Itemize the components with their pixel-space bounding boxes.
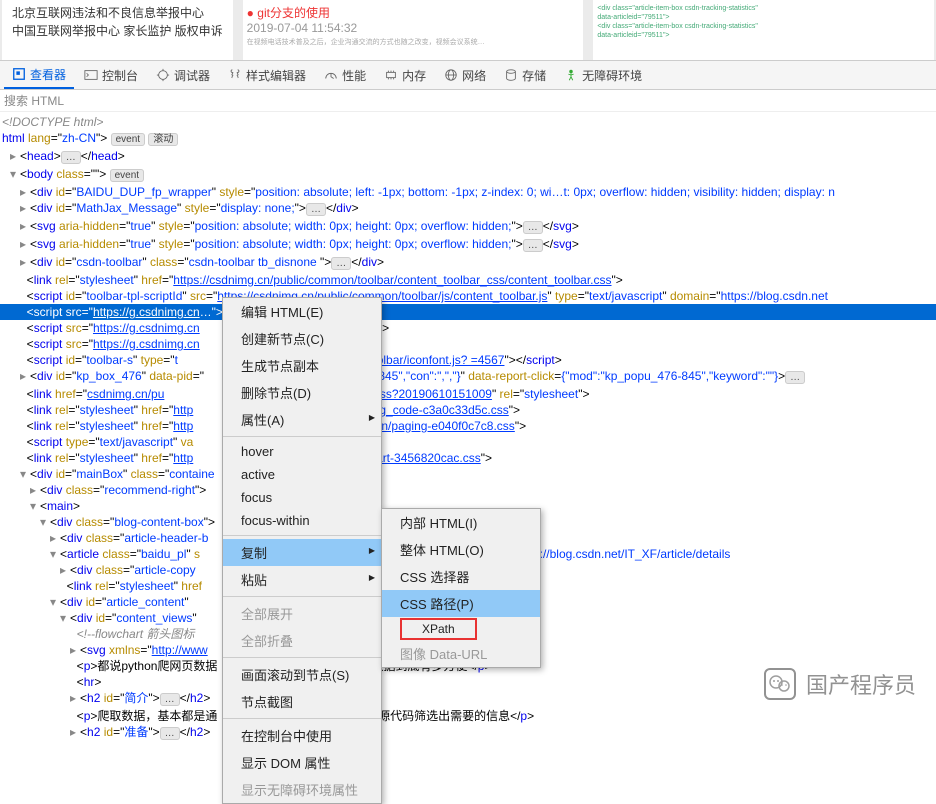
dom-node[interactable]: <link href="csdnimg.cn/pu .1/indexSuperi… [0,386,936,402]
submenu-image-data-url[interactable]: 图像 Data-URL [382,640,540,667]
html-node[interactable]: html lang="zh-CN"> event 滚动 [0,130,936,148]
dom-node[interactable]: ▸<div class="recommend-right"> [0,482,936,498]
menu-focus-within[interactable]: focus-within [223,509,381,532]
debugger-icon [156,68,170,82]
menu-show-dom-props[interactable]: 显示 DOM 属性 [223,749,381,776]
dom-node[interactable]: <link rel="stylesheet" href="http x/vend… [0,418,936,434]
menu-show-a11y-props[interactable]: 显示无障碍环境属性 [223,776,381,803]
a11y-icon [564,68,578,82]
dom-node[interactable]: ▸<div id="BAIDU_DUP_fp_wrapper" style="p… [0,184,936,200]
dom-node[interactable]: ▸<div id="kp_box_476" data-pid=" :"kp_po… [0,368,936,386]
menu-scroll-to-node[interactable]: 画面滚动到节点(S) [223,661,381,688]
html-search-input[interactable]: 搜索 HTML [0,90,936,112]
style-icon [228,68,242,82]
tab-accessibility[interactable]: 无障碍环境 [556,63,650,88]
network-icon [444,68,458,82]
dom-node[interactable]: <script id="toolbar-tpl-scriptId" src="h… [0,288,936,304]
dom-node[interactable]: ▾<div id="mainBox" class="containe [0,466,936,482]
expand-arrow-icon[interactable]: ▸ [10,148,20,164]
tab-network[interactable]: 网络 [436,63,494,88]
body-node[interactable]: ▾<body class=""> event [0,166,936,184]
tab-performance[interactable]: 性能 [316,63,374,88]
menu-duplicate-node[interactable]: 生成节点副本 [223,352,381,379]
menu-edit-html[interactable]: 编辑 HTML(E) [223,298,381,325]
menu-use-in-console[interactable]: 在控制台中使用 [223,722,381,749]
dom-node[interactable]: <link rel="stylesheet" href="http x/temp… [0,450,936,466]
xpath-highlight-box: XPath [400,618,477,640]
console-icon [84,68,98,82]
menu-screenshot-node[interactable]: 节点截图 [223,688,381,715]
dom-node[interactable]: ▸<svg aria-hidden="true" style="position… [0,218,936,236]
menu-separator [223,535,381,536]
watermark-text: 国产程序员 [806,668,916,700]
selected-dom-node[interactable]: <script src="https://g.csdnimg.cn…"></sc… [0,304,936,320]
event-badge[interactable]: event [110,169,144,182]
menu-expand-all[interactable]: 全部展开 [223,600,381,627]
submenu-css-selector[interactable]: CSS 选择器 [382,563,540,590]
preview-line: 北京互联网违法和不良信息举报中心 [12,4,223,22]
menu-create-node[interactable]: 创建新节点(C) [223,325,381,352]
menu-copy[interactable]: 复制 [223,539,381,566]
context-menu: 编辑 HTML(E) 创建新节点(C) 生成节点副本 删除节点(D) 属性(A)… [222,297,382,804]
watermark: 国产程序员 [764,668,916,700]
dom-node[interactable]: ▸<div id="csdn-toolbar" class="csdn-tool… [0,254,936,272]
inspector-icon [12,67,26,81]
event-badge[interactable]: event [111,133,145,146]
memory-icon [384,68,398,82]
footer-links-preview: 北京互联网违法和不良信息举报中心 中国互联网举报中心 家长监护 版权申诉 [2,0,233,60]
menu-attributes[interactable]: 属性(A) [223,406,381,433]
doctype-node[interactable]: <!DOCTYPE html> [0,114,936,130]
copy-submenu: 内部 HTML(I) 整体 HTML(O) CSS 选择器 CSS 路径(P) … [381,508,541,668]
head-node[interactable]: ▸<head>…</head> [0,148,936,166]
menu-focus[interactable]: focus [223,486,381,509]
dom-node[interactable]: ▸<div id="MathJax_Message" style="displa… [0,200,936,218]
menu-separator [223,718,381,719]
page-content-preview: 北京互联网违法和不良信息举报中心 中国互联网举报中心 家长监护 版权申诉 ● g… [0,0,936,60]
perf-icon [324,68,338,82]
storage-icon [504,68,518,82]
menu-collapse-all[interactable]: 全部折叠 [223,627,381,654]
dom-node[interactable]: <script src="https://g.csdnimg.cn </scri… [0,320,936,336]
menu-separator [223,436,381,437]
devtools-tabs: 查看器 控制台 调试器 样式编辑器 性能 内存 网络 存储 无障碍环境 [0,60,936,90]
dom-node[interactable]: <link rel="stylesheet" href="http x/temp… [0,402,936,418]
submenu-outer-html[interactable]: 整体 HTML(O) [382,536,540,563]
wechat-icon [764,668,796,700]
dom-node[interactable]: <script id="toolbar-s" type="t ng.cn/cdn… [0,352,936,368]
menu-active[interactable]: active [223,463,381,486]
tab-style-editor[interactable]: 样式编辑器 [220,63,314,88]
menu-delete-node[interactable]: 删除节点(D) [223,379,381,406]
thumbnail-preview-1: ● git分支的使用 2019-07-04 11:54:32 在视频电话技术普及… [243,0,584,60]
dom-node[interactable]: <script type="text/javascript" va cript> [0,434,936,450]
preview-line: 中国互联网举报中心 家长监护 版权申诉 [12,22,223,40]
tab-debugger[interactable]: 调试器 [148,63,218,88]
tab-memory[interactable]: 内存 [376,63,434,88]
menu-separator [223,596,381,597]
tab-storage[interactable]: 存储 [496,63,554,88]
dom-node[interactable]: ▸<h2 id="准备">…</h2> [0,724,936,742]
dom-node[interactable]: ▸<svg aria-hidden="true" style="position… [0,236,936,254]
dom-node[interactable]: <link rel="stylesheet" href="https://csd… [0,272,936,288]
tab-console[interactable]: 控制台 [76,63,146,88]
submenu-inner-html[interactable]: 内部 HTML(I) [382,509,540,536]
expand-arrow-icon[interactable]: ▾ [10,166,20,182]
tab-inspector[interactable]: 查看器 [4,62,74,89]
scroll-badge[interactable]: 滚动 [148,133,178,146]
dom-node[interactable]: <script src="https://g.csdnimg.cn pt> [0,336,936,352]
menu-hover[interactable]: hover [223,440,381,463]
dom-node[interactable]: <p>爬取数据，基本都是通 根据源代码筛选出需要的信息</p> [0,708,936,724]
submenu-css-path[interactable]: CSS 路径(P) [382,590,540,617]
menu-separator [223,657,381,658]
menu-paste[interactable]: 粘贴 [223,566,381,593]
thumbnail-preview-2: <div class="article-item-box csdn-tracki… [593,0,934,60]
submenu-xpath[interactable]: XPath [382,617,540,640]
